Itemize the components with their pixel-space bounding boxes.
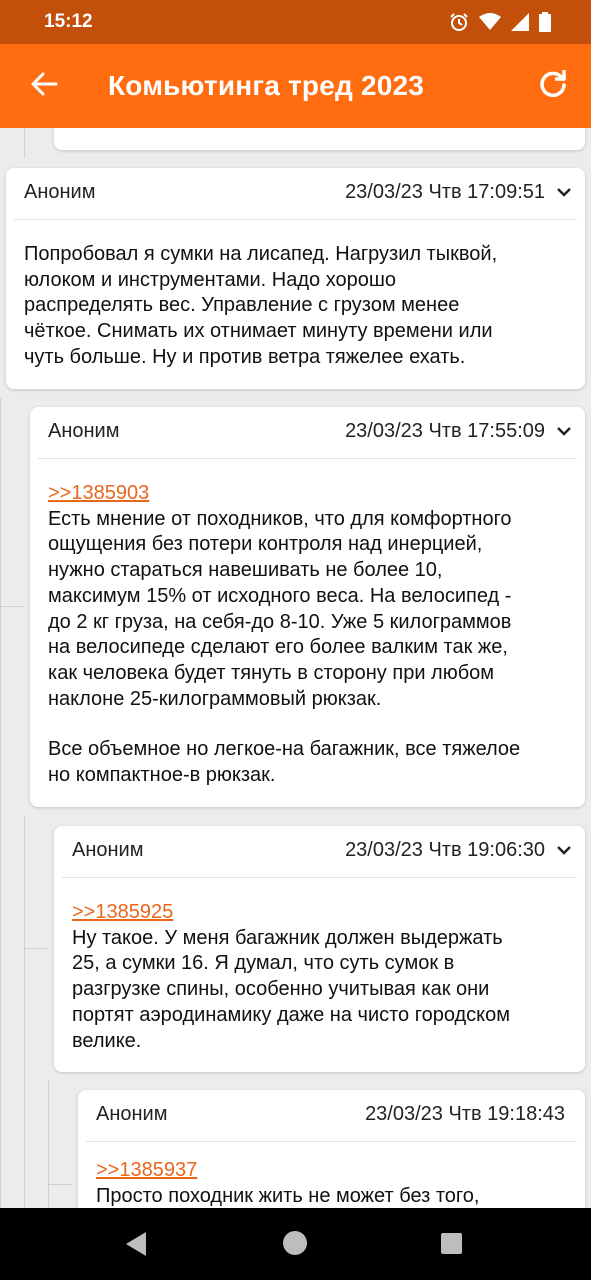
post-date: 23/03/23 Чтв 19:06:30: [345, 839, 545, 861]
refresh-icon: [538, 69, 568, 104]
post-line: на велосипеде сделают его более валким т…: [48, 636, 508, 659]
post-card[interactable]: Аноним 23/03/23 Чтв 17:55:09 >>1385903 Е…: [30, 407, 585, 807]
reply-link[interactable]: >>1385925: [72, 900, 567, 926]
thread-list[interactable]: Аноним 23/03/23 Чтв 17:09:51 Попробовал …: [0, 128, 591, 1208]
post-body: Попробовал я сумки на лисапед. Нагрузил …: [24, 242, 567, 371]
post-line: Попробовал я сумки на лисапед. Нагрузил …: [24, 243, 498, 265]
post-line: Просто походник жить не может без того,: [96, 1184, 480, 1207]
wifi-icon: [479, 13, 501, 36]
post-line: Ну такое. У меня багажник должен выдержа…: [72, 926, 503, 949]
system-nav-bar: [0, 1208, 591, 1280]
post-line: до 2 кг груза, на себя-до 8-10. Уже 5 ки…: [48, 610, 512, 633]
post-date: 23/03/23 Чтв 17:55:09: [345, 420, 545, 442]
post-author: Аноним: [48, 420, 120, 442]
alarm-icon: [449, 12, 469, 37]
post-line: нужно стараться навешивать не более 10,: [48, 559, 443, 582]
post-body: >>1385937 Просто походник жить не может …: [96, 1158, 567, 1208]
tree-line: [48, 1080, 49, 1208]
post-author: Аноним: [72, 839, 144, 861]
back-button[interactable]: [24, 66, 64, 106]
post-line: юлоком и инструментами. Надо хорошо: [24, 268, 397, 291]
post-line: как человека будет тянуть в сторону при …: [48, 661, 495, 684]
post-line: чёткое. Снимать их отнимает минуту време…: [24, 320, 493, 343]
tree-line: [48, 1184, 72, 1185]
post-line: но компактное-в рюкзак.: [48, 764, 276, 787]
chevron-down-icon[interactable]: [555, 843, 573, 857]
post-line: Все объемное но легкое-на багажник, все …: [48, 738, 521, 761]
status-icons: [449, 12, 551, 37]
post-header: Аноним 23/03/23 Чтв 17:09:51: [6, 168, 585, 218]
tree-line: [24, 816, 25, 1208]
post-header: Аноним 23/03/23 Чтв 19:06:30: [54, 826, 585, 876]
page-title: Комьютинга тред 2023: [108, 70, 425, 101]
post-card[interactable]: Аноним 23/03/23 Чтв 19:06:30 >>1385925 Н…: [54, 826, 585, 1072]
post-header: Аноним 23/03/23 Чтв 19:18:43: [78, 1090, 585, 1140]
post-line: разгрузке спины, особенно учитывая как о…: [72, 978, 490, 1001]
status-bar: 15:12: [0, 0, 591, 44]
battery-icon: [539, 12, 551, 37]
back-triangle-icon[interactable]: [122, 1230, 148, 1263]
divider: [86, 1141, 577, 1142]
post-line: распределять вес. Управление с грузом ме…: [24, 294, 460, 317]
post-date: 23/03/23 Чтв 19:18:43: [365, 1103, 565, 1125]
reply-link[interactable]: >>1385903: [48, 481, 567, 507]
post-header: Аноним 23/03/23 Чтв 17:55:09: [30, 407, 585, 457]
home-circle-icon[interactable]: [283, 1231, 307, 1255]
tree-line: [24, 948, 48, 949]
post-author: Аноним: [96, 1103, 168, 1125]
divider: [38, 458, 577, 459]
signal-icon: [511, 13, 529, 36]
post-card[interactable]: Аноним 23/03/23 Чтв 17:09:51 Попробовал …: [6, 168, 585, 389]
chevron-down-icon[interactable]: [555, 185, 573, 199]
divider: [14, 219, 577, 220]
post-line: максимум 15% от исходного веса. На велос…: [48, 584, 512, 607]
post-line: Есть мнение от походников, что для комфо…: [48, 507, 512, 530]
recents-square-icon[interactable]: [441, 1233, 462, 1254]
post-date: 23/03/23 Чтв 17:09:51: [345, 181, 545, 203]
app-bar: Комьютинга тред 2023: [0, 44, 591, 128]
post-card[interactable]: Аноним 23/03/23 Чтв 19:18:43 >>1385937 П…: [78, 1090, 585, 1208]
post-line: 25, а сумки 16. Я думал, что суть сумок …: [72, 952, 455, 975]
post-line: ощущения без потери контроля над инерцие…: [48, 533, 483, 556]
post-body: >>1385925 Ну такое. У меня багажник долж…: [72, 900, 567, 1054]
post-line: портят аэродинамику даже на чисто городс…: [72, 1003, 511, 1026]
post-line: наклоне 25-килограммовый рюкзак.: [48, 687, 382, 710]
tree-line: [24, 128, 25, 158]
tree-line: [0, 398, 1, 1208]
post-body: >>1385903 Есть мнение от походников, что…: [48, 481, 567, 789]
post-line: чуть больше. Ну и против ветра тяжелее е…: [24, 345, 466, 368]
status-time: 15:12: [44, 11, 93, 32]
post-author: Аноним: [24, 181, 96, 203]
post-card-partial[interactable]: [54, 128, 585, 150]
post-line: велике.: [72, 1029, 142, 1052]
chevron-down-icon[interactable]: [555, 424, 573, 438]
arrow-left-icon: [30, 70, 58, 103]
divider: [62, 877, 577, 878]
refresh-button[interactable]: [533, 66, 573, 106]
reply-link[interactable]: >>1385937: [96, 1158, 567, 1184]
tree-line: [0, 606, 24, 607]
